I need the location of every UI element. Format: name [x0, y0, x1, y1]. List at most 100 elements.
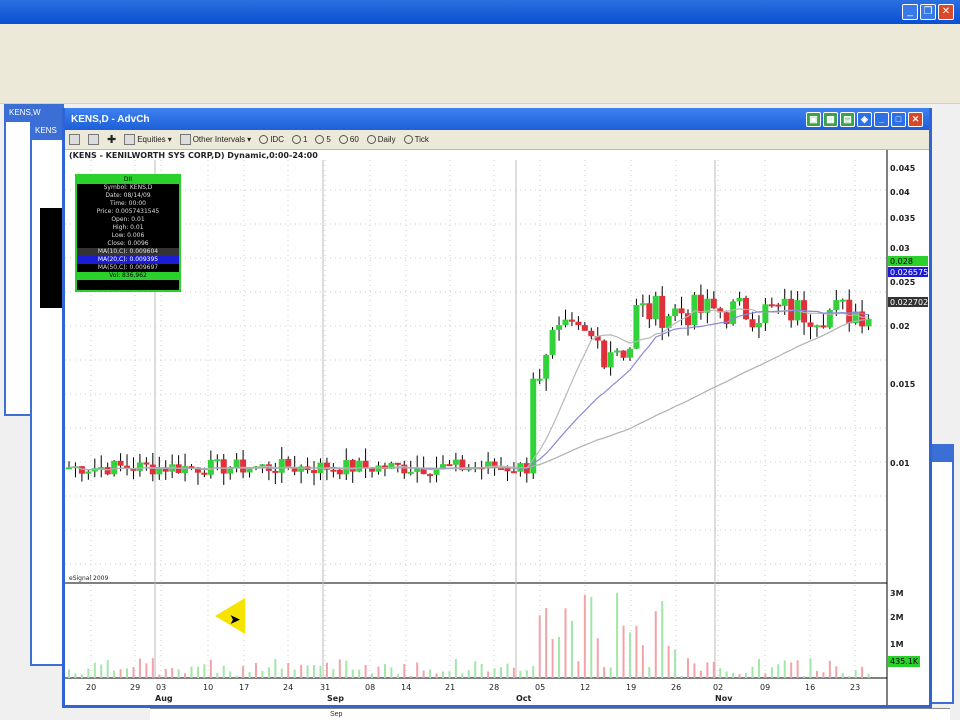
grid-icon[interactable]: ▦: [823, 111, 838, 127]
volume-bar: [87, 668, 90, 678]
candle-body: [536, 378, 543, 381]
volume-bar: [538, 615, 541, 678]
candle-body: [452, 459, 459, 465]
print-icon[interactable]: [88, 134, 99, 145]
link-icon[interactable]: ▣: [806, 111, 821, 127]
candle-body: [362, 460, 369, 468]
volume-bar: [506, 663, 509, 678]
volume-bar: [532, 666, 535, 678]
clock-icon: [291, 135, 301, 144]
candle-body: [149, 464, 156, 475]
volume-bar: [171, 668, 174, 678]
volume-bar: [377, 666, 380, 678]
main-chart-window[interactable]: KENS,D - AdvCh ▣ ▦ ▤ ◈ _ □ ✕ ✚ Equities ▾…: [62, 108, 932, 708]
candle-body: [768, 304, 775, 307]
candle-body: [755, 322, 762, 328]
folder-icon: [179, 134, 191, 145]
time-axis-month-label: Aug: [155, 694, 173, 703]
time-axis-day-label: 10: [203, 683, 213, 692]
minimize-icon[interactable]: _: [902, 4, 918, 20]
volume-bar: [93, 662, 96, 678]
volume-bar: [745, 673, 748, 678]
chart-background: [65, 150, 929, 705]
time-axis-day-label: 24: [283, 683, 293, 692]
interval-5-button[interactable]: 5: [315, 135, 331, 144]
volume-bar: [558, 636, 561, 678]
volume-bar: [474, 661, 477, 678]
volume-bar: [751, 666, 754, 678]
volume-bar: [454, 659, 457, 678]
crosshair-icon[interactable]: ✚: [107, 133, 116, 146]
interval-1-button[interactable]: 1: [291, 135, 307, 144]
volume-bar: [487, 671, 490, 678]
volume-bar: [699, 670, 702, 678]
time-axis-day-label: 29: [130, 683, 140, 692]
other-intervals-dropdown[interactable]: Other Intervals ▾: [179, 134, 251, 145]
volume-bar: [158, 674, 161, 678]
candle-body: [659, 295, 666, 328]
candle-body: [201, 472, 208, 475]
volume-bar: [229, 671, 232, 678]
info-row: High: 0.01: [112, 224, 144, 231]
restore-icon[interactable]: ❐: [920, 4, 936, 20]
time-axis-month-label: Oct: [516, 694, 532, 703]
close-icon[interactable]: ✕: [938, 4, 954, 20]
close-icon[interactable]: ✕: [908, 111, 923, 127]
price-axis-label: 0.02: [890, 322, 910, 331]
chart-area[interactable]: (KENS - KENILWORTH SYS CORP,D) Dynamic,0…: [65, 150, 929, 705]
time-axis-day-label: 08: [365, 683, 375, 692]
candle-body: [336, 469, 343, 475]
main-window-titlebar[interactable]: KENS,D - AdvCh ▣ ▦ ▤ ◈ _ □ ✕: [65, 108, 929, 130]
candle-body: [85, 471, 92, 474]
candle-body: [446, 464, 453, 467]
time-axis-day-label: 16: [805, 683, 815, 692]
time-axis-day-label: 26: [671, 683, 681, 692]
time-axis-day-label: 23: [850, 683, 860, 692]
info-ma20: MA(20,C): 0.009395: [77, 256, 179, 264]
candle-body: [743, 297, 750, 320]
equities-dropdown[interactable]: Equities ▾: [124, 134, 172, 145]
price-chart[interactable]: (KENS - KENILWORTH SYS CORP,D) Dynamic,0…: [65, 150, 929, 705]
volume-bar: [777, 664, 780, 678]
price-axis-label: 0.04: [890, 188, 910, 197]
time-axis-day-label: 20: [86, 683, 96, 692]
candle-body: [846, 299, 853, 324]
background-chart-window-right[interactable]: [930, 444, 954, 704]
maximize-icon[interactable]: □: [891, 111, 906, 127]
volume-bar: [409, 675, 412, 678]
volume-bar: [783, 660, 786, 678]
candle-body: [246, 468, 253, 473]
candle-body: [349, 460, 356, 472]
candle-body: [568, 319, 575, 322]
interval-60-button[interactable]: 60: [338, 135, 359, 144]
window-title: KENS,W: [6, 106, 62, 122]
tile-icon[interactable]: ▤: [840, 111, 855, 127]
interval-tick-button[interactable]: Tick: [403, 135, 429, 144]
info-ma50: MA(50,C): 0.009697: [97, 264, 159, 271]
candle-body: [278, 459, 285, 473]
chart-icon[interactable]: [69, 134, 80, 145]
volume-bar: [757, 658, 760, 678]
volume-axis-label: 2M: [890, 613, 904, 622]
volume-bar: [493, 668, 496, 678]
volume-bar: [132, 667, 135, 678]
volume-bar: [848, 675, 851, 678]
time-axis-day-label: 28: [489, 683, 499, 692]
candle-body: [214, 459, 221, 462]
volume-bar: [583, 594, 586, 678]
candle-body: [207, 459, 214, 475]
volume-bar: [351, 669, 354, 678]
interval-idc-button[interactable]: IDC: [259, 135, 284, 144]
interval-daily-button[interactable]: Daily: [366, 135, 396, 144]
candle-body: [227, 468, 234, 474]
volume-bar: [603, 667, 606, 678]
volume-bar: [254, 662, 257, 678]
pin-icon[interactable]: ◈: [857, 111, 872, 127]
volume-bar: [841, 673, 844, 678]
volume-bar: [822, 672, 825, 678]
volume-bar: [616, 593, 619, 678]
volume-bar: [622, 625, 625, 678]
candle-body: [556, 325, 563, 330]
minimize-icon[interactable]: _: [874, 111, 889, 127]
volume-bar: [274, 658, 277, 678]
